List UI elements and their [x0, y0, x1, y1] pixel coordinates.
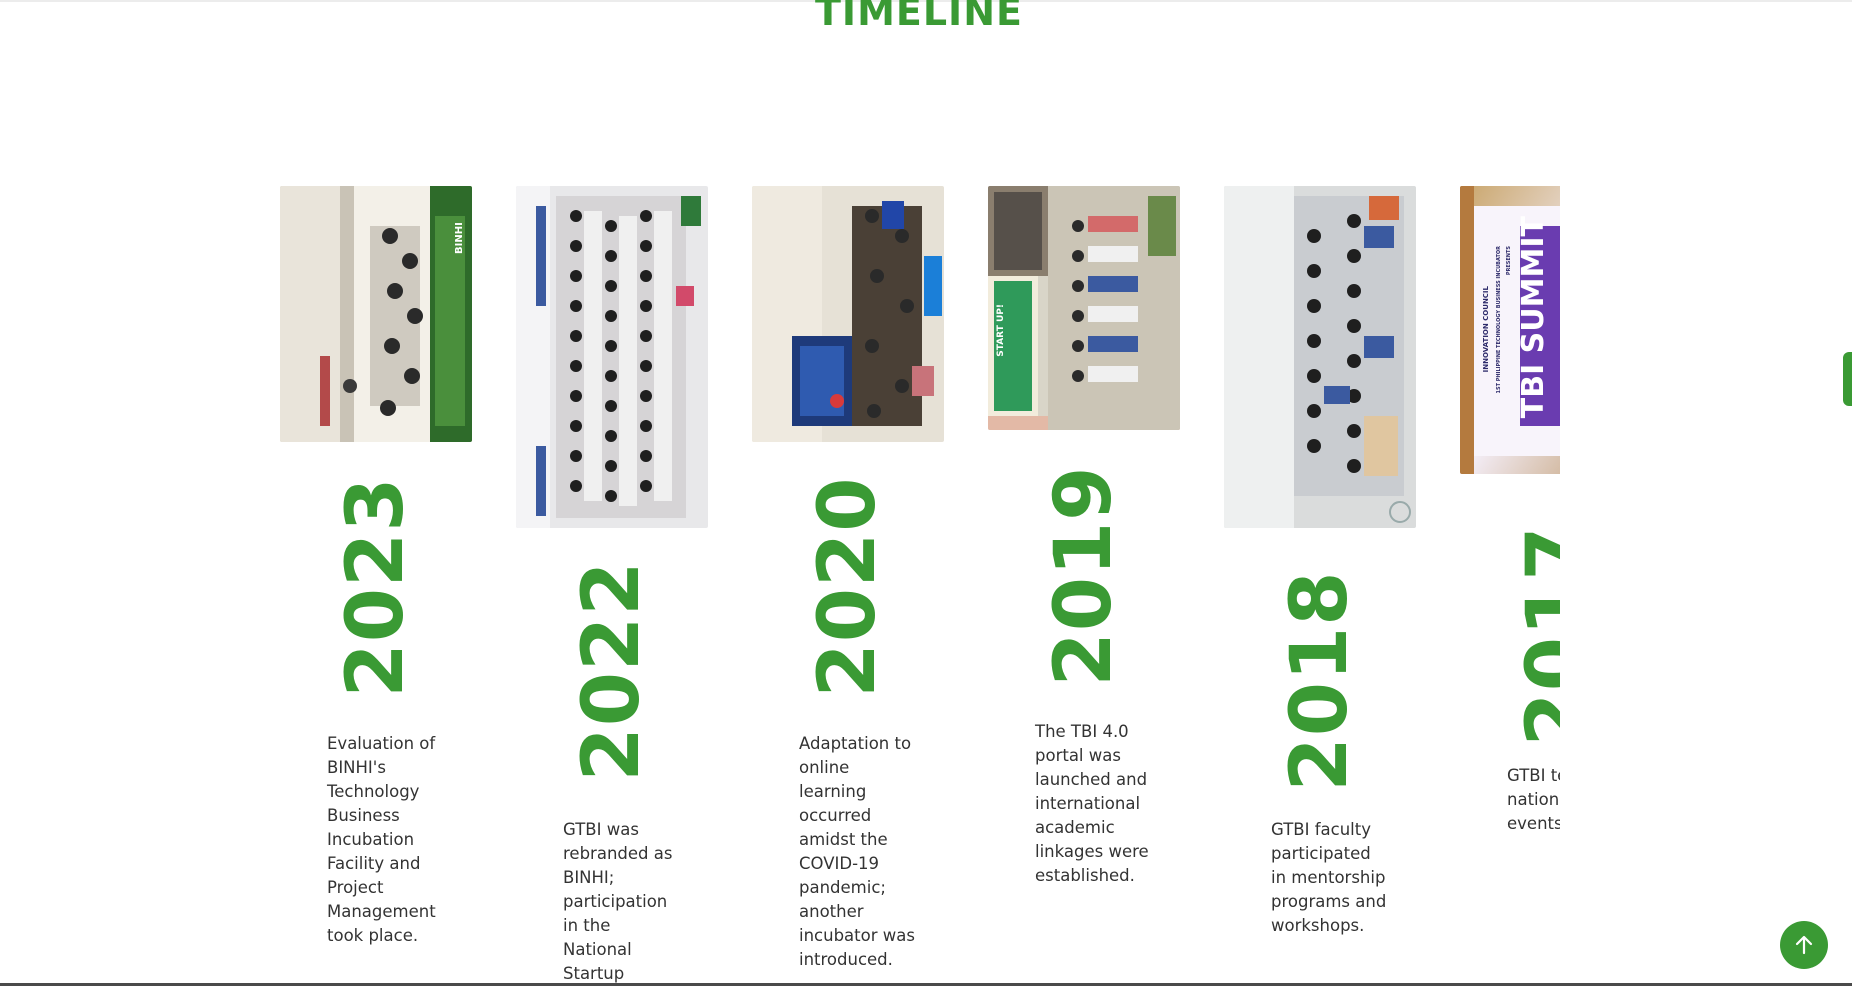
timeline-description: GTBI faculty participated in mentorship … [1271, 820, 1387, 935]
timeline-year: 2019 [1039, 465, 1129, 687]
summit-subtitle-label: 1ST PHILIPPINE TECHNOLOGY BUSINESS INCUB… [1496, 246, 1502, 394]
timeline-item-2023: BINHI 2023 Evaluation of BINHI's Technol… [280, 186, 472, 986]
year-wrap-2018: 2018 [1224, 570, 1416, 791]
timeline-year: 2018 [1275, 570, 1365, 792]
year-wrap-2017: 2017 [1460, 525, 1560, 746]
timeline-description: Adaptation to online learning occurred a… [799, 734, 915, 969]
timeline-year: 2020 [803, 476, 893, 698]
timeline-photo-2023 [280, 186, 472, 442]
back-to-top-button[interactable] [1780, 921, 1828, 969]
timeline-photo-2020 [752, 186, 944, 442]
timeline-photo-2022 [516, 186, 708, 528]
timeline-photo-2019 [988, 186, 1180, 430]
summit-title-label: TBI SUMMIT [1516, 216, 1551, 419]
timeline-item-2018: 2018 GTBI faculty participated in mentor… [1224, 186, 1416, 986]
timeline-item-2022: 2022 GTBI was rebranded as BINHI; partic… [516, 186, 708, 986]
binhi-logo: BINHI [454, 222, 465, 254]
startup-sign: START UP! [996, 304, 1006, 357]
page-title: TIMELINE [815, 0, 1023, 34]
year-wrap-2019: 2019 [988, 465, 1180, 686]
year-wrap-2020: 2020 [752, 476, 944, 697]
timeline-item-2019: START UP! 2019 The TBI 4.0 portal was la… [988, 186, 1180, 986]
timeline-year: 2023 [331, 476, 421, 698]
timeline-description: GTBI was rebranded as BINHI; participati… [563, 820, 673, 983]
timeline-carousel[interactable]: BINHI 2023 Evaluation of BINHI's Technol… [280, 186, 1560, 986]
year-wrap-2022: 2022 [516, 560, 708, 781]
timeline-description: Evaluation of BINHI's Technology Busines… [327, 734, 436, 945]
timeline-description: The TBI 4.0 portal was launched and inte… [1035, 722, 1149, 885]
summit-innovation-label: INNOVATION COUNCIL [1482, 286, 1490, 373]
year-wrap-2023: 2023 [280, 476, 472, 697]
timeline-item-2017: INNOVATION COUNCIL 1ST PHILIPPINE TECHNO… [1460, 186, 1560, 986]
timeline-year: 2022 [567, 560, 657, 782]
timeline-description: GTBI te engag nation ASEAN events [1507, 766, 1560, 833]
timeline-photo-2018 [1224, 186, 1416, 528]
timeline-item-2020: 2020 Adaptation to online learning occur… [752, 186, 944, 986]
arrow-up-icon [1795, 935, 1813, 955]
summit-presents-label: PRESENTS [1506, 246, 1512, 276]
scroll-position-indicator[interactable] [1843, 352, 1852, 406]
timeline-year: 2017 [1511, 525, 1560, 747]
